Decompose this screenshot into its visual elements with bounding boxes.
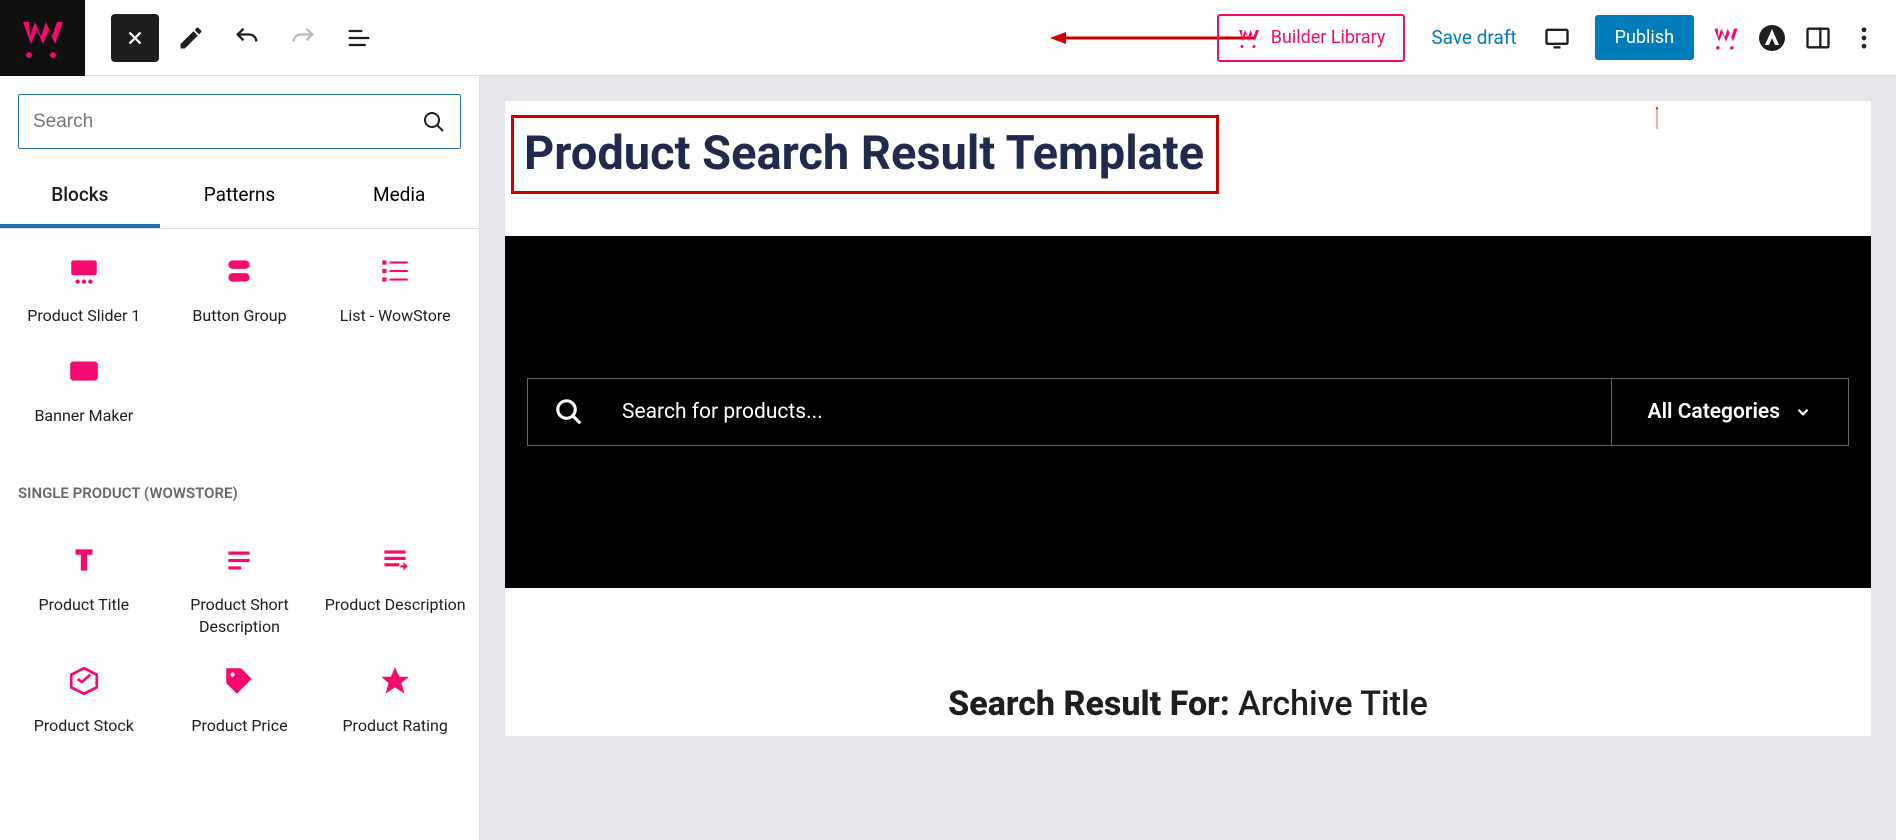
price-icon	[221, 663, 257, 699]
block-product-short-description[interactable]: Product Short Description	[162, 534, 318, 645]
tab-media[interactable]: Media	[319, 167, 479, 228]
search-result-heading[interactable]: Search Result For: Archive Title	[505, 588, 1871, 736]
sidebar-toggle-icon[interactable]	[1804, 24, 1832, 52]
block-button-group[interactable]: Button Group	[162, 245, 318, 335]
inserter-tabs: Blocks Patterns Media	[0, 167, 479, 229]
close-button[interactable]	[111, 14, 159, 62]
publish-button[interactable]: Publish	[1595, 15, 1694, 60]
save-draft-button[interactable]: Save draft	[1431, 26, 1516, 49]
top-toolbar: Builder Library Save draft Publish	[0, 0, 1896, 76]
category-dropdown[interactable]: All Categories	[1612, 378, 1849, 446]
block-product-title[interactable]: Product Title	[6, 534, 162, 645]
builder-library-icon	[1237, 26, 1261, 50]
undo-icon[interactable]	[223, 14, 271, 62]
button-group-icon	[221, 253, 257, 289]
stock-icon	[66, 663, 102, 699]
slider-icon	[66, 253, 102, 289]
document-outline-icon[interactable]	[335, 14, 383, 62]
chevron-down-icon	[1794, 403, 1812, 421]
block-search-input[interactable]	[18, 94, 461, 149]
title-icon	[66, 542, 102, 578]
page-title[interactable]: Product Search Result Template	[524, 126, 1204, 181]
edit-icon[interactable]	[167, 14, 215, 62]
banner-icon	[66, 353, 102, 389]
product-search-input[interactable]: Search for products...	[527, 378, 1612, 446]
builder-library-button[interactable]: Builder Library	[1217, 14, 1406, 62]
tab-patterns[interactable]: Patterns	[160, 167, 320, 228]
block-list-wowstore[interactable]: List - WowStore	[317, 245, 473, 335]
search-icon	[554, 397, 584, 427]
block-product-slider-1[interactable]: Product Slider 1	[6, 245, 162, 335]
block-product-stock[interactable]: Product Stock	[6, 655, 162, 745]
block-inserter-sidebar: Blocks Patterns Media Product Slider 1 B…	[0, 76, 480, 840]
block-product-description[interactable]: Product Description	[317, 534, 473, 645]
astra-icon[interactable]	[1758, 24, 1786, 52]
rating-icon	[377, 663, 413, 699]
block-banner-maker[interactable]: Banner Maker	[6, 345, 162, 435]
short-desc-icon	[221, 542, 257, 578]
section-single-product: SINGLE PRODUCT (WOWSTORE)	[0, 456, 479, 518]
editor-canvas[interactable]: Product Search Result Template Search fo…	[480, 76, 1896, 840]
desc-icon	[377, 542, 413, 578]
wowstore-pink-icon[interactable]	[1712, 24, 1740, 52]
wowstore-logo[interactable]	[0, 0, 85, 76]
page-title-highlight: Product Search Result Template	[511, 115, 1219, 194]
preview-icon[interactable]	[1543, 24, 1571, 52]
tab-blocks[interactable]: Blocks	[0, 167, 160, 228]
list-icon	[377, 253, 413, 289]
search-icon	[422, 110, 446, 134]
more-options-icon[interactable]	[1850, 24, 1878, 52]
redo-icon[interactable]	[279, 14, 327, 62]
search-hero-block[interactable]: Search for products... All Categories	[505, 236, 1871, 588]
block-product-rating[interactable]: Product Rating	[317, 655, 473, 745]
block-product-price[interactable]: Product Price	[162, 655, 318, 745]
